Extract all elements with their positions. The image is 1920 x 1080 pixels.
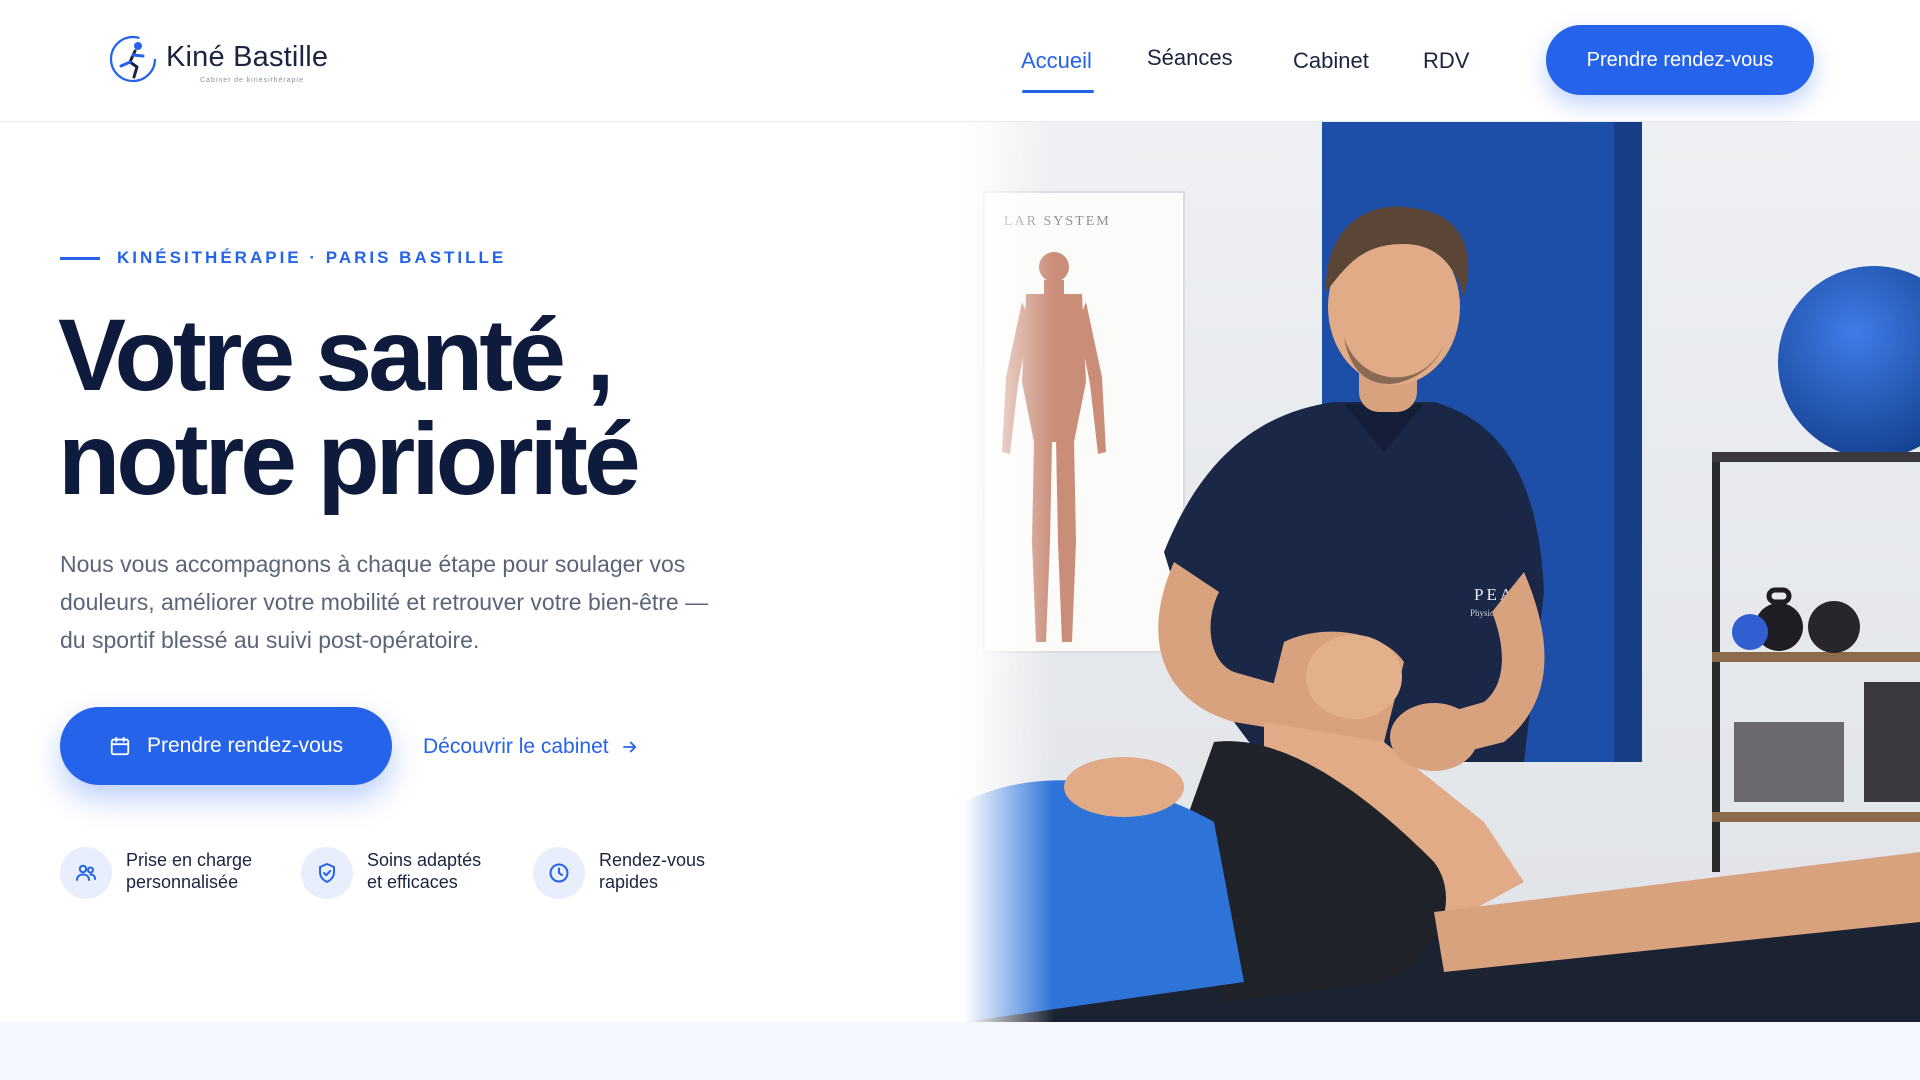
feature-line-2: et efficaces — [367, 872, 458, 892]
feature-text: Soins adaptés et efficaces — [367, 849, 517, 893]
feature-line-1: Soins adaptés — [367, 850, 482, 870]
hero-photo: LAR SYSTEM PEAK — [964, 122, 1920, 1022]
header-appointment-button[interactable]: Prendre rendez-vous — [1546, 25, 1814, 95]
nav-item-rdv[interactable]: RDV — [1423, 48, 1469, 74]
nav-item-seances[interactable]: Séances — [1147, 45, 1233, 71]
runner-logo-icon — [109, 35, 157, 83]
clock-icon — [549, 863, 569, 883]
arrow-right-icon — [622, 741, 636, 753]
hero-eyebrow: KINÉSITHÉRAPIE · PARIS BASTILLE — [117, 248, 507, 267]
logo-name: Kiné Bastille — [166, 41, 329, 73]
logo-tagline: Cabinet de kinésithérapie — [200, 77, 304, 84]
hero-description: Nous vous accompagnons à chaque étape po… — [60, 551, 709, 653]
active-nav-indicator — [1022, 90, 1094, 93]
feature-line-1: Prise en charge — [126, 850, 253, 870]
feature-line-2: rapides — [599, 872, 659, 892]
next-section-band — [0, 1022, 1920, 1080]
feature-line-1: Rendez-vous — [599, 850, 706, 870]
logo[interactable]: Kiné Bastille Cabinet de kinésithérapie — [108, 32, 348, 88]
feature-line-2: personnalisée — [126, 872, 239, 892]
feature-text: Rendez-vous rapides — [599, 849, 749, 893]
shield-check-icon — [319, 863, 335, 883]
hero-title: Votre santé , notre priorité — [58, 303, 818, 511]
feature-text: Prise en charge personnalisée — [126, 849, 276, 893]
feature-icon-wrap — [60, 847, 112, 899]
discover-cabinet-link[interactable]: Découvrir le cabinet — [423, 733, 639, 761]
hero-title-line-2: notre priorité — [58, 402, 641, 516]
users-icon — [76, 864, 96, 881]
site-header: Kiné Bastille Cabinet de kinésithérapie … — [0, 0, 1920, 122]
feature-icon-wrap — [533, 847, 585, 899]
nav-item-cabinet[interactable]: Cabinet — [1293, 48, 1369, 74]
physiotherapy-session-illustration: LAR SYSTEM PEAK — [964, 122, 1920, 1022]
discover-cabinet-label: Découvrir le cabinet — [423, 735, 609, 758]
feature-icon-wrap — [301, 847, 353, 899]
eyebrow-line — [60, 257, 100, 260]
hero-appointment-label: Prendre rendez-vous — [146, 734, 344, 757]
hero-appointment-button[interactable]: Prendre rendez-vous — [60, 707, 392, 785]
nav-item-accueil[interactable]: Accueil — [1021, 48, 1092, 74]
hero-title-line-1: Votre santé , — [58, 298, 615, 412]
calendar-icon — [110, 736, 130, 756]
